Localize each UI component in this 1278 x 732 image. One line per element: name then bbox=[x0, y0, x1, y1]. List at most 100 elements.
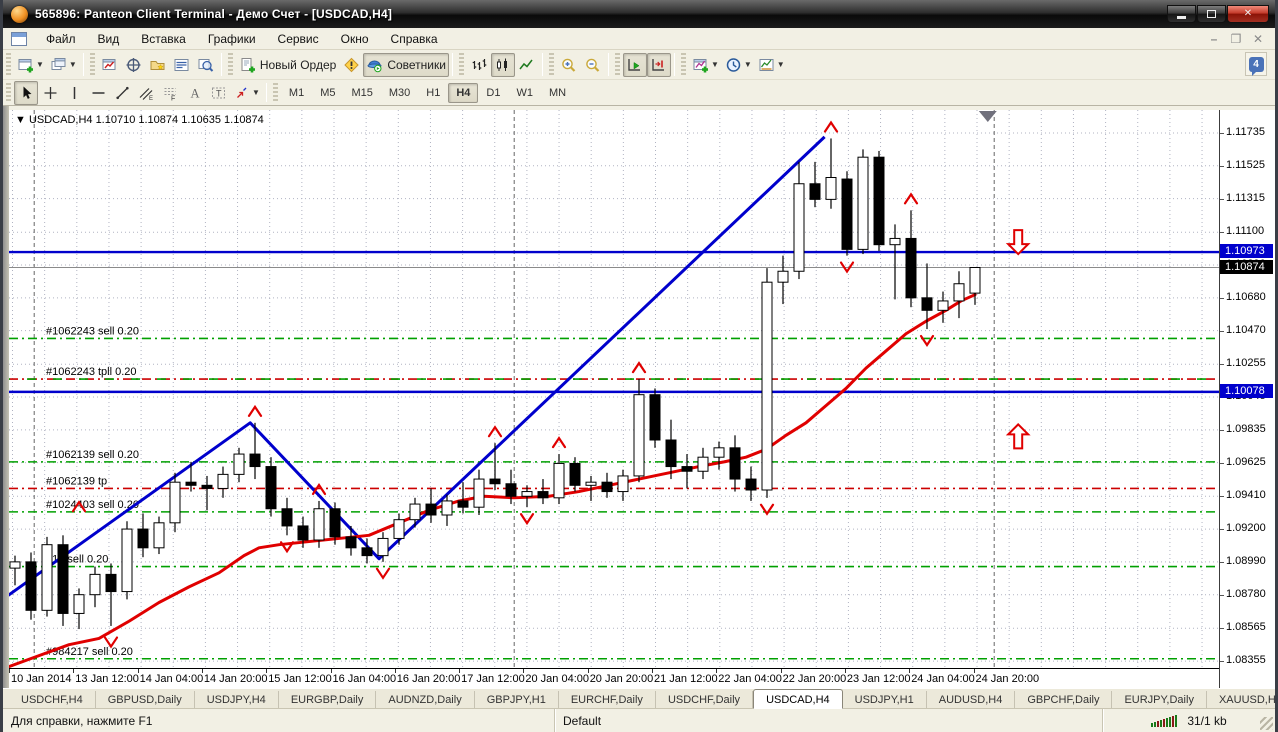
chart-tab-eurchf-daily[interactable]: EURCHF,Daily bbox=[559, 691, 656, 708]
channel-icon: E bbox=[138, 85, 155, 101]
time-tick bbox=[973, 669, 975, 673]
price-axis-label: 1.10470 bbox=[1226, 323, 1266, 336]
market-watch-button[interactable] bbox=[98, 53, 122, 77]
horizontal-line-button[interactable] bbox=[86, 81, 110, 105]
fibonacci-button[interactable]: F bbox=[158, 81, 182, 105]
dropdown-caret-icon[interactable]: ▼ bbox=[252, 88, 260, 97]
app-logo-icon bbox=[11, 5, 28, 23]
chart-tab-gbpjpy-h1[interactable]: GBPJPY,H1 bbox=[475, 691, 559, 708]
price-axis[interactable]: 1.117351.115251.113151.111001.108901.106… bbox=[1219, 110, 1275, 688]
timeframe-m15-button[interactable]: M15 bbox=[343, 83, 380, 103]
resize-grip[interactable] bbox=[1260, 717, 1273, 730]
time-tick bbox=[9, 669, 10, 673]
chart-tab-gbpchf-daily[interactable]: GBPCHF,Daily bbox=[1015, 691, 1113, 708]
chart-tab-eurgbp-daily[interactable]: EURGBP,Daily bbox=[279, 691, 377, 708]
channel-button[interactable]: E bbox=[134, 81, 158, 105]
close-button[interactable]: ✕ bbox=[1227, 5, 1269, 23]
new-order-button[interactable]: Новый Ордер bbox=[236, 53, 339, 77]
dropdown-caret-icon[interactable]: ▼ bbox=[36, 60, 44, 69]
vertical-line-button[interactable] bbox=[62, 81, 86, 105]
chart-bars-button[interactable] bbox=[467, 53, 491, 77]
menu-сервис[interactable]: Сервис bbox=[267, 29, 330, 49]
chart-line-button[interactable] bbox=[515, 53, 539, 77]
chart-tab-xauusd-h4[interactable]: XAUUSD,H4 bbox=[1207, 691, 1275, 708]
chart-shift-button[interactable] bbox=[646, 52, 671, 77]
menu-вставка[interactable]: Вставка bbox=[130, 29, 197, 49]
chart-tab-usdjpy-h4[interactable]: USDJPY,H4 bbox=[195, 691, 279, 708]
timeframe-mn-button[interactable]: MN bbox=[541, 83, 574, 103]
time-tick bbox=[137, 669, 139, 673]
periods-button[interactable]: ▼ bbox=[722, 53, 755, 77]
dropdown-caret-icon[interactable]: ▼ bbox=[711, 60, 719, 69]
candle-body bbox=[345, 536, 357, 549]
dropdown-caret-icon[interactable]: ▼ bbox=[777, 60, 785, 69]
minimize-button[interactable] bbox=[1167, 5, 1196, 23]
mdi-restore-icon[interactable]: ❐ bbox=[1229, 32, 1243, 46]
time-axis[interactable]: 10 Jan 2014 13 Jan 12:00 14 Jan 04:00 14 Ja… bbox=[9, 668, 1225, 688]
menu-графики[interactable]: Графики bbox=[197, 29, 267, 49]
zoom-in-button[interactable] bbox=[557, 53, 581, 77]
terminal-button[interactable] bbox=[170, 53, 194, 77]
candle-body bbox=[761, 281, 773, 491]
cursor-button[interactable] bbox=[14, 80, 38, 105]
auto-scroll-button[interactable] bbox=[622, 52, 647, 77]
chart-tab-usdchf-h4[interactable]: USDCHF,H4 bbox=[9, 691, 96, 708]
mdi-minimize-icon[interactable]: – bbox=[1207, 32, 1221, 46]
price-tick bbox=[1220, 330, 1224, 332]
chart-tab-usdcad-h4[interactable]: USDCAD,H4 bbox=[753, 689, 843, 709]
candle-body bbox=[457, 500, 469, 508]
fractal-down-icon bbox=[919, 334, 935, 347]
menu-справка[interactable]: Справка bbox=[380, 29, 449, 49]
chart-plot[interactable]: #1062243 sell 0.20 #1062243 tpll 0.20 #106… bbox=[9, 110, 1225, 668]
mdi-close-icon[interactable]: ✕ bbox=[1251, 32, 1265, 46]
price-tick bbox=[1220, 594, 1224, 596]
status-profile[interactable]: Default bbox=[555, 709, 1103, 732]
signal-arrow-down-icon[interactable] bbox=[1005, 229, 1031, 256]
chart-tab-audnzd-daily[interactable]: AUDNZD,Daily bbox=[376, 691, 475, 708]
data-window-button[interactable] bbox=[122, 53, 146, 77]
toolbar-separator bbox=[451, 53, 453, 76]
candle-body bbox=[9, 561, 21, 569]
chart-tab-audusd-h4[interactable]: AUDUSD,H4 bbox=[927, 691, 1016, 708]
trendline-button[interactable] bbox=[110, 81, 134, 105]
chart-tab-eurjpy-daily[interactable]: EURJPY,Daily bbox=[1112, 691, 1207, 708]
toolbar-grip bbox=[614, 52, 620, 77]
dropdown-caret-icon[interactable]: ▼ bbox=[744, 60, 752, 69]
chart-tab-usdchf-daily[interactable]: USDCHF,Daily bbox=[656, 691, 754, 708]
signal-arrow-up-icon[interactable] bbox=[1005, 422, 1031, 450]
text-button[interactable]: A bbox=[182, 81, 206, 105]
timeframe-h1-button[interactable]: H1 bbox=[418, 83, 448, 103]
menu-вид[interactable]: Вид bbox=[87, 29, 131, 49]
timeframe-m5-button[interactable]: M5 bbox=[312, 83, 343, 103]
timeframe-d1-button[interactable]: D1 bbox=[478, 83, 508, 103]
maximize-button[interactable] bbox=[1197, 5, 1226, 23]
timeframe-h4-button[interactable]: H4 bbox=[448, 82, 479, 103]
indicators-button[interactable]: ▼ bbox=[689, 53, 722, 77]
zoom-out-button[interactable] bbox=[581, 53, 605, 77]
chart-candles-button[interactable] bbox=[490, 52, 515, 77]
timeframe-w1-button[interactable]: W1 bbox=[508, 83, 541, 103]
menu-окно[interactable]: Окно bbox=[330, 29, 380, 49]
candle-body bbox=[521, 491, 533, 497]
notifications-button[interactable]: 4 bbox=[1245, 52, 1267, 76]
strategy-tester-button[interactable] bbox=[194, 53, 218, 77]
menu-файл[interactable]: Файл bbox=[35, 29, 87, 49]
crosshair-button[interactable] bbox=[38, 81, 62, 105]
navigator-button[interactable] bbox=[146, 53, 170, 77]
experts-button[interactable]: Советники bbox=[363, 52, 449, 77]
profiles-button[interactable]: ▼ bbox=[47, 53, 80, 77]
timeframe-m1-button[interactable]: M1 bbox=[281, 83, 312, 103]
chart-tab-usdjpy-h1[interactable]: USDJPY,H1 bbox=[843, 691, 927, 708]
title-bar[interactable]: 565896: Panteon Client Terminal - Демо С… bbox=[3, 0, 1275, 28]
dropdown-caret-icon[interactable]: ▼ bbox=[69, 60, 77, 69]
price-axis-label: 1.11100 bbox=[1226, 225, 1265, 238]
templates-button[interactable]: ▼ bbox=[755, 53, 788, 77]
alert-button[interactable] bbox=[339, 53, 363, 77]
timeframe-m30-button[interactable]: M30 bbox=[381, 83, 418, 103]
candle-body bbox=[73, 594, 85, 614]
chart-tab-gbpusd-daily[interactable]: GBPUSD,Daily bbox=[96, 691, 195, 708]
new-chart-button[interactable]: ▼ bbox=[14, 53, 47, 77]
text-label-button[interactable]: T bbox=[206, 81, 230, 105]
chart-candles-icon bbox=[494, 57, 511, 73]
arrows-button[interactable]: ▼ bbox=[230, 81, 263, 105]
